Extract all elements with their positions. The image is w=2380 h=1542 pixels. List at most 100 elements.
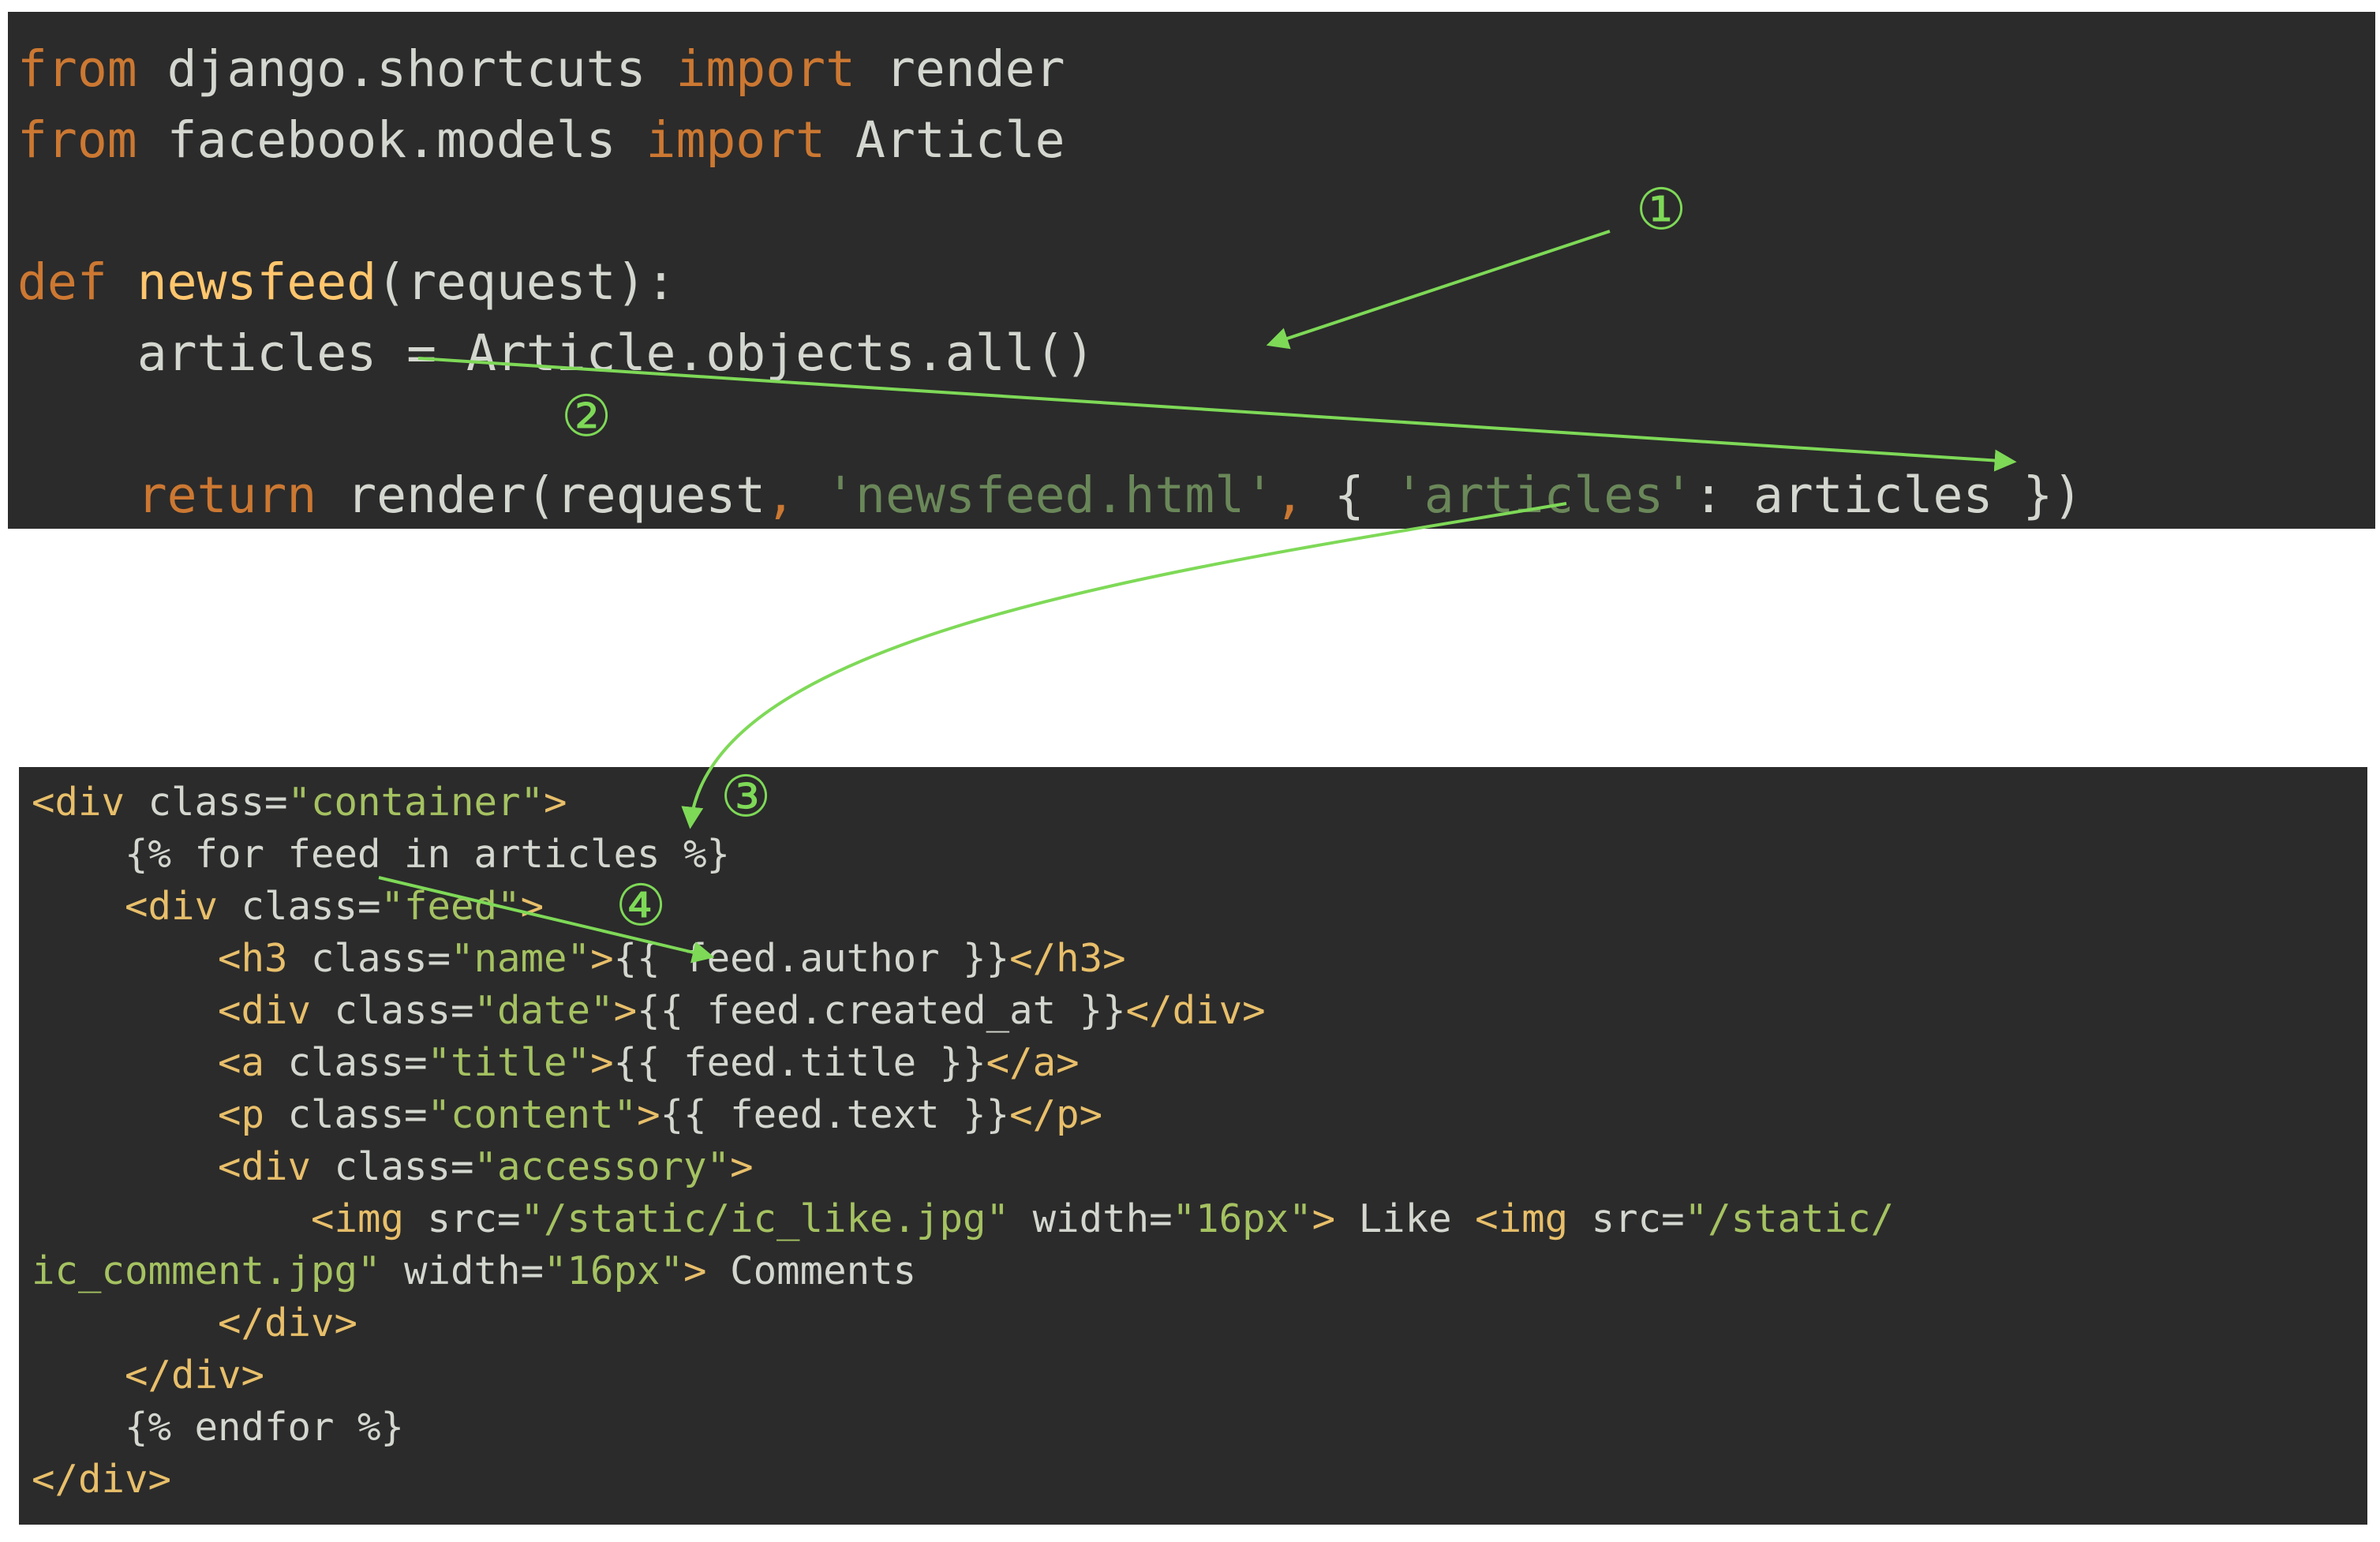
module-name: django.shortcuts [137, 40, 676, 98]
html-tag: </h3> [1009, 936, 1126, 981]
template-code-panel: <div class="container"> {% for feed in a… [19, 767, 2367, 1525]
function-name: newsfeed [107, 253, 377, 311]
attr-value: "content" [427, 1092, 638, 1137]
html-tag: </div> [218, 1301, 358, 1346]
template-expression: {{ feed.text }} [660, 1092, 1010, 1137]
html-attr: width= [380, 1248, 544, 1293]
attr-value: "accessory" [473, 1144, 731, 1189]
template-string: 'newsfeed.html' [795, 466, 1275, 524]
html-attr: class= [264, 1040, 428, 1085]
tpl-line-3: <div class="feed"> [19, 881, 544, 933]
keyword: def [17, 253, 107, 311]
html-tag: > [637, 1092, 660, 1137]
html-attr: src= [404, 1196, 521, 1241]
keyword: from [17, 111, 137, 169]
imported-name: Article [825, 111, 1065, 169]
html-tag: <div [218, 1144, 312, 1189]
template-endfor-tag: {% endfor %} [32, 1405, 405, 1450]
text-node: Comments [706, 1248, 917, 1293]
render-call: render(request [316, 466, 766, 524]
comma: , [765, 466, 796, 524]
tpl-line-13: {% endfor %} [19, 1402, 404, 1454]
html-attr: class= [125, 780, 288, 825]
attr-value: "/static/ic_like.jpg" [520, 1196, 1010, 1241]
tpl-line-7: <p class="content">{{ feed.text }}</p> [19, 1089, 1102, 1141]
html-attr: width= [1009, 1196, 1173, 1241]
keyword: import [675, 40, 856, 98]
html-tag: <h3 [218, 936, 288, 981]
html-attr: class= [218, 884, 381, 929]
html-tag: <img [311, 1196, 405, 1241]
keyword: from [17, 40, 137, 98]
attr-value: "container" [287, 780, 544, 825]
tpl-line-11: </div> [19, 1297, 357, 1349]
html-tag: > [613, 988, 638, 1033]
context-value: : articles }) [1693, 466, 2083, 524]
attr-value: ic_comment.jpg" [32, 1248, 381, 1293]
tpl-line-12: </div> [19, 1349, 264, 1402]
function-args: (request): [376, 253, 676, 311]
html-tag: <div [125, 884, 219, 929]
html-tag: > [1312, 1196, 1336, 1241]
attr-value: "title" [427, 1040, 591, 1085]
attr-value: "16px" [1172, 1196, 1312, 1241]
html-tag: </div> [32, 1457, 172, 1502]
assignment-statement: articles = Article.objects.all() [17, 324, 1095, 382]
tpl-line-2: {% for feed in articles %} [19, 829, 730, 881]
html-tag: </div> [125, 1353, 265, 1398]
html-attr: class= [311, 988, 474, 1033]
attr-value: "16px" [544, 1248, 684, 1293]
brace: { [1304, 466, 1364, 524]
attr-value: "date" [473, 988, 614, 1033]
html-tag: > [683, 1248, 707, 1293]
template-expression: {{ feed.title }} [613, 1040, 986, 1085]
attr-value: "/static/ [1684, 1196, 1895, 1241]
html-attr: class= [264, 1092, 428, 1137]
comma: , [1274, 466, 1304, 524]
attr-value: "feed" [380, 884, 521, 929]
imported-name: render [855, 40, 1065, 98]
template-for-tag: {% for feed in articles %} [32, 832, 731, 877]
tpl-line-8: <div class="accessory"> [19, 1141, 754, 1193]
template-expression: {{ feed.author }} [613, 936, 1010, 981]
tpl-line-6: <a class="title">{{ feed.title }}</a> [19, 1037, 1080, 1089]
html-tag: </div> [1125, 988, 1266, 1033]
tpl-line-10: ic_comment.jpg" width="16px"> Comments [19, 1245, 916, 1297]
text-node: Like [1335, 1196, 1476, 1241]
module-name: facebook.models [137, 111, 646, 169]
html-tag: <img [1475, 1196, 1569, 1241]
py-line-3: def newsfeed(request): [8, 247, 675, 318]
tpl-line-14: </div> [19, 1454, 171, 1506]
py-line-4: articles = Article.objects.all() [8, 318, 1095, 389]
tpl-line-1: <div class="container"> [19, 777, 567, 829]
html-tag: <a [218, 1040, 265, 1085]
tpl-line-5: <div class="date">{{ feed.created_at }}<… [19, 985, 1266, 1037]
py-line-2: from facebook.models import Article [8, 105, 1065, 176]
keyword: return [137, 466, 317, 524]
context-key-string: 'articles' [1364, 466, 1694, 524]
tpl-line-4: <h3 class="name">{{ feed.author }}</h3> [19, 933, 1126, 985]
html-tag: > [590, 1040, 614, 1085]
html-attr: class= [311, 1144, 474, 1189]
html-tag: </p> [1009, 1092, 1103, 1137]
html-tag: </a> [986, 1040, 1080, 1085]
keyword: import [646, 111, 826, 169]
html-tag: > [730, 1144, 754, 1189]
html-tag: > [544, 780, 567, 825]
attr-value: "name" [451, 936, 591, 981]
python-code-panel: from django.shortcuts import render from… [8, 12, 2375, 529]
html-tag: > [590, 936, 614, 981]
py-line-5: return render(request, 'newsfeed.html', … [8, 460, 2082, 531]
template-expression: {{ feed.created_at }} [637, 988, 1126, 1033]
tpl-line-9: <img src="/static/ic_like.jpg" width="16… [19, 1193, 1894, 1245]
